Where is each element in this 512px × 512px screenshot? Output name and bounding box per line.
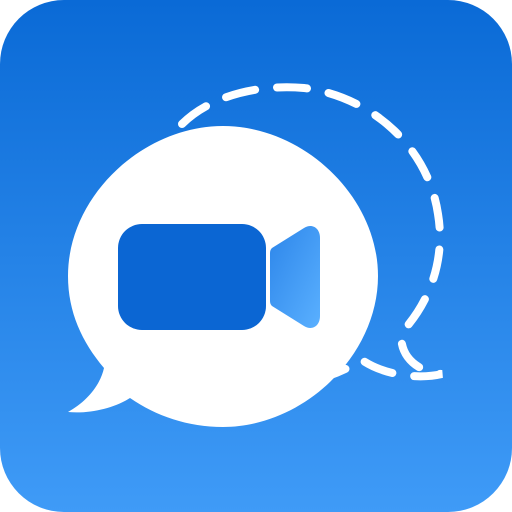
video-camera-icon xyxy=(118,224,320,330)
video-chat-app-icon xyxy=(0,0,512,512)
camera-body xyxy=(118,224,266,330)
app-icon-graphic xyxy=(0,0,512,512)
